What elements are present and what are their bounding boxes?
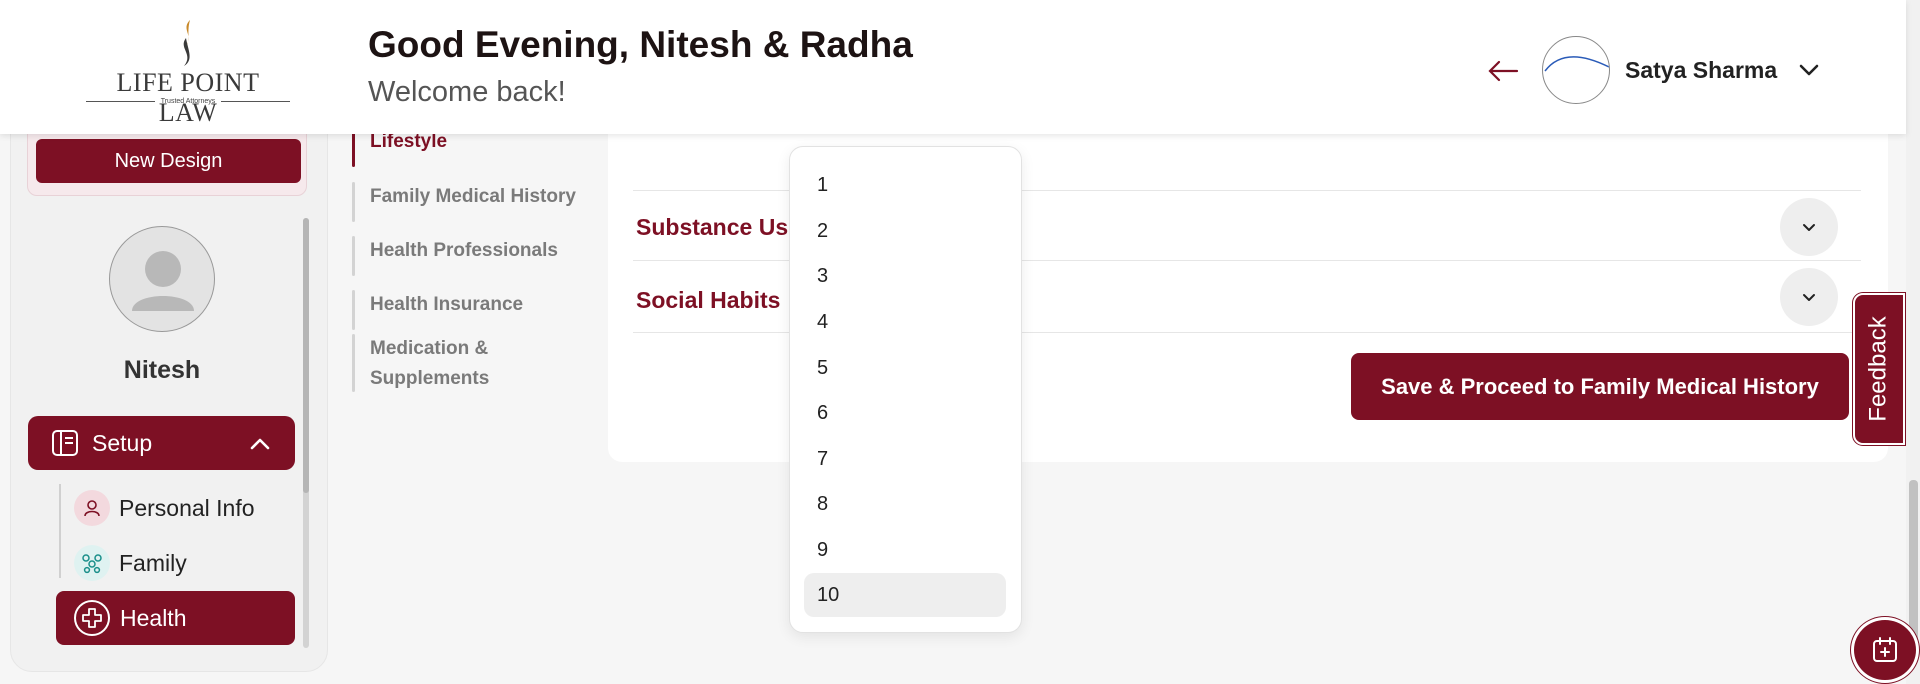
feedback-tab[interactable]: Feedback: [1853, 293, 1905, 445]
flame-logo-icon: [183, 20, 190, 66]
dropdown-option[interactable]: 7: [804, 437, 1006, 481]
section-substance-use-title[interactable]: Substance Us: [636, 214, 788, 241]
sidebar-item-personal-info[interactable]: Personal Info: [74, 488, 255, 528]
sidebar-item-label: Family: [119, 549, 187, 576]
dropdown-option[interactable]: 9: [804, 528, 1006, 572]
greeting-title: Good Evening, Nitesh & Radha: [368, 24, 913, 65]
chevron-down-icon: [1803, 294, 1815, 301]
chevron-up-icon: [250, 438, 270, 450]
chevron-down-icon: [1803, 224, 1815, 231]
dropdown-option[interactable]: 3: [804, 254, 1006, 298]
step-health-insurance[interactable]: Health Insurance: [352, 290, 523, 330]
back-arrow-icon[interactable]: [1487, 56, 1519, 86]
chevron-down-icon[interactable]: [1797, 58, 1821, 82]
profile-avatar[interactable]: [109, 226, 215, 332]
top-header: LIFE POINT LAW Trusted Attorneys Good Ev…: [0, 0, 1906, 134]
user-name[interactable]: Satya Sharma: [1625, 57, 1777, 84]
dropdown-option[interactable]: 5: [804, 346, 1006, 390]
new-design-button[interactable]: New Design: [36, 139, 301, 183]
save-proceed-button[interactable]: Save & Proceed to Family Medical History: [1351, 353, 1849, 420]
brand-tagline: Trusted Attorneys: [160, 98, 216, 105]
submenu-tree-line: [59, 484, 61, 578]
dropdown-option-selected[interactable]: 10: [804, 573, 1006, 617]
dropdown-option[interactable]: 8: [804, 482, 1006, 526]
profile-name: Nitesh: [123, 356, 201, 384]
sidebar-item-label: Health: [120, 604, 187, 631]
brand-logo[interactable]: LIFE POINT LAW Trusted Attorneys: [86, 20, 291, 127]
person-icon: [74, 490, 110, 526]
welcome-subtitle: Welcome back!: [368, 76, 566, 108]
feedback-label: Feedback: [1865, 316, 1892, 422]
setup-menu-button[interactable]: Setup: [28, 416, 295, 470]
step-health-professionals[interactable]: Health Professionals: [352, 236, 558, 276]
page-scrollbar-thumb[interactable]: [1909, 480, 1918, 650]
person-silhouette-icon: [132, 251, 194, 311]
dropdown-option[interactable]: 2: [804, 209, 1006, 253]
expand-substance-use-button[interactable]: [1780, 198, 1838, 256]
family-icon: [74, 545, 110, 581]
step-medication-supplements[interactable]: Medication & Supplements: [352, 334, 489, 394]
health-cross-icon: [74, 600, 110, 636]
calendar-fab-button[interactable]: [1851, 617, 1919, 683]
expand-social-habits-button[interactable]: [1780, 268, 1838, 326]
sidebar-item-family[interactable]: Family: [74, 543, 187, 583]
dropdown-option[interactable]: 1: [804, 163, 1006, 207]
calendar-icon: [1873, 637, 1897, 662]
dropdown-option[interactable]: 4: [804, 300, 1006, 344]
number-dropdown-menu[interactable]: 1 2 3 4 5 6 7 8 9 10: [789, 146, 1022, 633]
user-avatar[interactable]: [1542, 36, 1610, 104]
setup-label: Setup: [92, 429, 153, 456]
book-icon: [52, 430, 78, 456]
brand-tagline-row: Trusted Attorneys: [86, 98, 291, 105]
dropdown-option[interactable]: 6: [804, 391, 1006, 435]
sidebar-item-health[interactable]: Health: [56, 591, 295, 645]
step-family-medical-history[interactable]: Family Medical History: [352, 182, 576, 222]
sidebar-scrollbar-thumb[interactable]: [303, 218, 309, 493]
section-social-habits-title[interactable]: Social Habits: [636, 287, 780, 314]
sidebar-item-label: Personal Info: [119, 494, 255, 521]
avatar-graphic-icon: [1544, 56, 1609, 72]
